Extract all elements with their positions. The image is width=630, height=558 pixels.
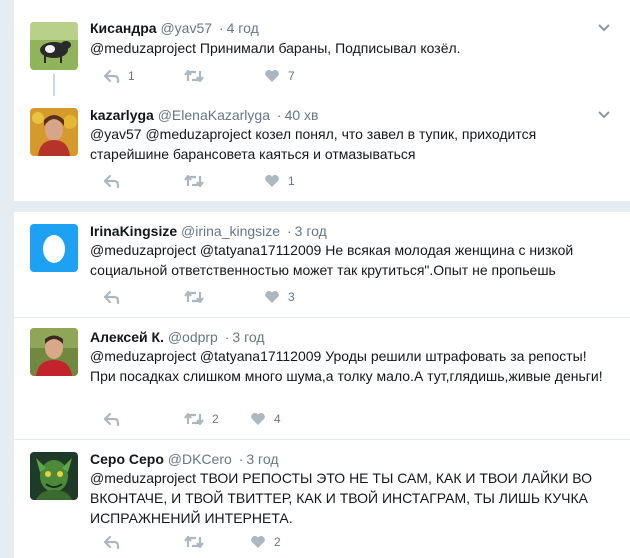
tweet-text: @yav57 @meduzaproject козел понял, что з… (90, 126, 537, 162)
like-count: 7 (288, 69, 295, 83)
retweet-button[interactable] (184, 172, 212, 190)
author-handle[interactable]: @yav57 (160, 20, 212, 36)
retweet-count: 2 (212, 412, 219, 426)
timestamp[interactable]: 3 год (295, 223, 327, 239)
timestamp[interactable]: 4 год (227, 20, 259, 36)
tweet-item[interactable]: Кисандра @yav57 · 4 год @meduzaproject Пр… (14, 0, 630, 96)
retweet-button[interactable] (184, 533, 212, 551)
heart-icon (265, 174, 279, 187)
reply-button[interactable] (104, 172, 128, 190)
avatar[interactable] (30, 108, 78, 156)
tweet-actions: 1 7 (90, 67, 490, 85)
author-name[interactable]: IrinaKingsize (90, 223, 177, 239)
author-handle[interactable]: @DKCero (168, 451, 232, 467)
reply-icon (104, 174, 120, 188)
heart-icon (265, 290, 279, 303)
tweet-text: @meduzaproject ТВОИ РЕПОСТЫ ЭТО НЕ ТЫ СА… (90, 470, 593, 526)
like-button[interactable]: 2 (250, 533, 281, 551)
retweet-icon (184, 535, 204, 549)
tweet-header: Алексей К. @odprp · 3 год (90, 328, 265, 346)
reply-icon (104, 69, 120, 83)
reply-button[interactable] (104, 410, 128, 428)
like-button[interactable]: 4 (250, 410, 281, 428)
separator: · (238, 451, 244, 467)
reply-icon (104, 412, 120, 426)
heart-icon (251, 535, 265, 548)
separator: · (276, 107, 282, 123)
author-handle[interactable]: @irina_kingsize (181, 223, 280, 239)
timestamp[interactable]: 3 год (246, 451, 278, 467)
retweet-icon (184, 174, 204, 188)
author-handle[interactable]: @odprp (168, 329, 218, 345)
like-count: 2 (274, 535, 281, 549)
retweet-icon (184, 412, 204, 426)
avatar[interactable] (30, 328, 78, 376)
tweet-actions: 2 4 (90, 410, 490, 428)
tweet-text: @meduzaproject Принимали бараны, Подписы… (90, 40, 461, 56)
tweet-text: @meduzaproject @tatyana17112009 Уроды ре… (90, 348, 603, 384)
like-button[interactable]: 7 (264, 67, 295, 85)
reply-count: 1 (128, 69, 135, 83)
tweet-actions: 2 (90, 533, 490, 551)
like-count: 1 (288, 174, 295, 188)
separator: · (286, 223, 292, 239)
heart-icon (265, 69, 279, 82)
like-count: 3 (288, 290, 295, 304)
tweet-actions: 1 (90, 172, 490, 190)
retweet-button[interactable] (184, 67, 212, 85)
reply-icon (104, 535, 120, 549)
thread-divider (14, 202, 630, 212)
timestamp[interactable]: 3 год (232, 329, 264, 345)
separator: · (218, 20, 224, 36)
reply-button[interactable]: 1 (104, 67, 135, 85)
tweet-text: @meduzaproject @tatyana17112009 Не всяка… (90, 242, 574, 278)
reply-button[interactable] (104, 533, 128, 551)
like-button[interactable]: 3 (264, 288, 295, 306)
tweet-header: Кисандра @yav57 · 4 год (90, 19, 259, 37)
thread-connector (53, 74, 55, 86)
separator: · (224, 329, 230, 345)
avatar[interactable] (30, 224, 78, 272)
author-name[interactable]: Алексей К. (90, 329, 164, 345)
author-name[interactable]: Кисандра (90, 20, 157, 36)
tweet-header: IrinaKingsize @irina_kingsize · 3 год (90, 222, 327, 240)
author-name[interactable]: Серо Серо (90, 451, 164, 467)
tweet-item[interactable]: Серо Серо @DKCero · 3 год @meduzaproject … (14, 440, 630, 558)
tweet-item[interactable]: IrinaKingsize @irina_kingsize · 3 год @me… (14, 212, 630, 318)
tweet-item[interactable]: Алексей К. @odprp · 3 год @meduzaproject … (14, 318, 630, 440)
retweet-icon (184, 290, 204, 304)
author-handle[interactable]: @ElenaKazarlyga (158, 107, 270, 123)
avatar[interactable] (30, 22, 78, 70)
tweet-item[interactable]: kazarlyga @ElenaKazarlyga · 40 хв @yav57 … (14, 74, 630, 202)
tweet-feed: Кисандра @yav57 · 4 год @meduzaproject Пр… (13, 0, 630, 558)
reply-button[interactable] (104, 288, 128, 306)
retweet-icon (184, 69, 204, 83)
chevron-down-icon[interactable] (597, 110, 611, 120)
chevron-down-icon[interactable] (597, 23, 611, 33)
like-count: 4 (274, 412, 281, 426)
author-name[interactable]: kazarlyga (90, 107, 154, 123)
tweet-actions: 3 (90, 288, 490, 306)
tweet-header: Серо Серо @DKCero · 3 год (90, 450, 278, 468)
tweet-header: kazarlyga @ElenaKazarlyga · 40 хв (90, 106, 318, 124)
timestamp[interactable]: 40 хв (285, 107, 319, 123)
heart-icon (251, 412, 265, 425)
retweet-button[interactable]: 2 (184, 410, 219, 428)
retweet-button[interactable] (184, 288, 212, 306)
like-button[interactable]: 1 (264, 172, 295, 190)
avatar[interactable] (30, 452, 78, 500)
reply-icon (104, 290, 120, 304)
